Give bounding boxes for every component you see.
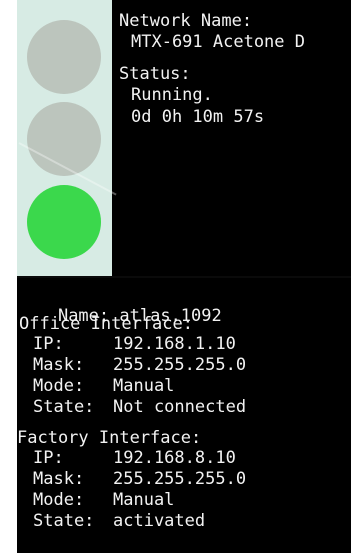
traffic-light-panel (17, 0, 117, 276)
red-lamp-icon (27, 20, 101, 94)
network-name-label: Network Name: (119, 11, 253, 31)
network-name-value: MTX-691 Acetone D (131, 32, 305, 52)
factory-interface-title: Factory Interface: (17, 428, 202, 448)
factory-ip-label: IP: (33, 448, 64, 468)
factory-ip-value: 192.168.8.10 (113, 448, 236, 468)
office-state-label: State: (33, 397, 95, 417)
factory-mode-value: Manual (113, 490, 175, 510)
office-interface-title: Office Interface: (19, 314, 193, 334)
office-ip-value: 192.168.1.10 (113, 334, 236, 354)
office-state-value: Not connected (113, 397, 247, 417)
factory-mask-value: 255.255.255.0 (113, 469, 247, 489)
uptime-value: 0d 0h 10m 57s (131, 107, 265, 127)
divider (17, 276, 351, 278)
factory-state-label: State: (33, 511, 95, 531)
green-lamp-icon (27, 185, 101, 259)
office-mode-label: Mode: (33, 376, 85, 396)
office-mask-value: 255.255.255.0 (113, 355, 247, 375)
office-mode-value: Manual (113, 376, 175, 396)
status-label: Status: (119, 64, 191, 84)
device-screen: Network Name: MTX-691 Acetone D Status: … (17, 0, 351, 553)
factory-mode-label: Mode: (33, 490, 85, 510)
factory-mask-label: Mask: (33, 469, 85, 489)
office-ip-label: IP: (33, 334, 64, 354)
factory-state-value: activated (113, 511, 206, 531)
status-value: Running. (131, 85, 213, 105)
office-mask-label: Mask: (33, 355, 85, 375)
